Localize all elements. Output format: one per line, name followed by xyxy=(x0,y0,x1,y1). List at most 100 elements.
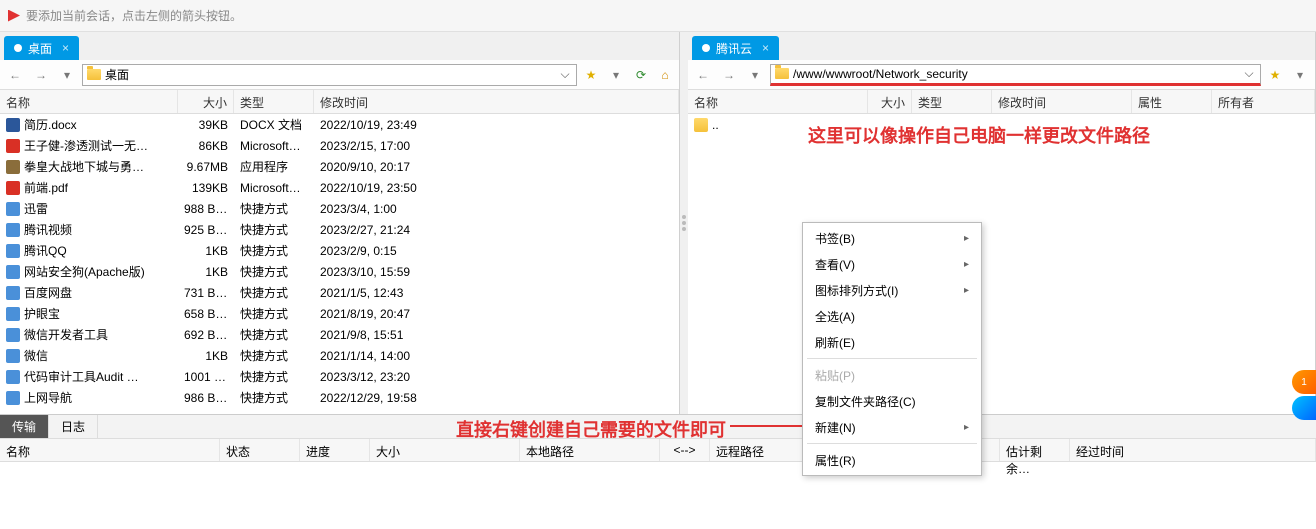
local-panel: 桌面 × ← → ▾ 桌面 ⌵ ★ ▾ ⟳ ⌂ 名称 大小 类型 修改时间 简历… xyxy=(0,32,680,414)
ctx-bookmark[interactable]: 书签(B)▸ xyxy=(803,225,981,251)
col-size[interactable]: 大小 xyxy=(178,90,234,113)
ctx-selectall[interactable]: 全选(A) xyxy=(803,303,981,329)
col-attr[interactable]: 属性 xyxy=(1132,90,1212,113)
col-date[interactable]: 修改时间 xyxy=(314,90,679,113)
file-size: 988 Bytes xyxy=(178,202,234,216)
context-menu: 书签(B)▸ 查看(V)▸ 图标排列方式(I)▸ 全选(A) 刷新(E) 粘贴(… xyxy=(802,222,982,476)
file-icon xyxy=(6,307,20,321)
file-icon xyxy=(6,286,20,300)
col-name[interactable]: 名称 xyxy=(0,90,178,113)
file-type: 快捷方式 xyxy=(234,284,314,301)
badge-2-icon[interactable] xyxy=(1292,396,1316,420)
file-icon xyxy=(6,181,20,195)
table-row[interactable]: 百度网盘731 Bytes快捷方式2021/1/5, 12:43 xyxy=(0,282,679,303)
transfer-header: 名称 状态 进度 大小 本地路径 <--> 远程路径 速度 估计剩余… 经过时间 xyxy=(0,438,1316,462)
col-size[interactable]: 大小 xyxy=(868,90,912,113)
file-type: DOCX 文档 xyxy=(234,116,314,133)
file-type: 快捷方式 xyxy=(234,347,314,364)
remote-path-text: /www/wwwroot/Network_security xyxy=(793,67,968,81)
file-icon xyxy=(6,118,20,132)
col-name[interactable]: 名称 xyxy=(688,90,868,113)
ctx-props[interactable]: 属性(R) xyxy=(803,447,981,473)
back-button[interactable]: ← xyxy=(692,64,714,86)
table-row[interactable]: .. xyxy=(688,114,1315,135)
file-type: 快捷方式 xyxy=(234,389,314,406)
col-type[interactable]: 类型 xyxy=(234,90,314,113)
th-arrow[interactable]: <--> xyxy=(660,439,710,461)
file-type: 应用程序 xyxy=(234,158,314,175)
tab-tencent[interactable]: 腾讯云 × xyxy=(692,36,779,60)
ctx-refresh[interactable]: 刷新(E) xyxy=(803,329,981,355)
table-row[interactable]: 上网导航986 Bytes快捷方式2022/12/29, 19:58 xyxy=(0,387,679,408)
close-icon[interactable]: × xyxy=(762,41,769,55)
bookmark-dropdown[interactable]: ▾ xyxy=(1289,64,1311,86)
refresh-button[interactable]: ⟳ xyxy=(631,65,651,85)
table-row[interactable]: 腾讯视频925 Bytes快捷方式2023/2/27, 21:24 xyxy=(0,219,679,240)
forward-button[interactable]: → xyxy=(30,64,52,86)
ctx-sort[interactable]: 图标排列方式(I)▸ xyxy=(803,277,981,303)
ctx-new[interactable]: 新建(N)▸ xyxy=(803,414,981,440)
file-date: 2023/2/9, 0:15 xyxy=(314,244,679,258)
table-row[interactable]: 前端.pdf139KBMicrosoft…2022/10/19, 23:50 xyxy=(0,177,679,198)
file-icon xyxy=(6,139,20,153)
remote-file-list[interactable]: .. xyxy=(688,114,1315,414)
file-date: 2022/10/19, 23:50 xyxy=(314,181,679,195)
file-date: 2022/10/19, 23:49 xyxy=(314,118,679,132)
flag-icon xyxy=(8,10,20,22)
local-path-box[interactable]: 桌面 ⌵ xyxy=(82,64,577,86)
local-path-text: 桌面 xyxy=(105,66,129,83)
close-icon[interactable]: × xyxy=(62,41,69,55)
table-row[interactable]: 微信1KB快捷方式2021/1/14, 14:00 xyxy=(0,345,679,366)
tab-log[interactable]: 日志 xyxy=(49,415,98,438)
col-type[interactable]: 类型 xyxy=(912,90,992,113)
col-owner[interactable]: 所有者 xyxy=(1212,90,1315,113)
bookmark-button[interactable]: ★ xyxy=(1265,65,1285,85)
table-row[interactable]: 微信开发者工具692 Bytes快捷方式2021/9/8, 15:51 xyxy=(0,324,679,345)
tab-desktop[interactable]: 桌面 × xyxy=(4,36,79,60)
th-progress[interactable]: 进度 xyxy=(300,439,370,461)
chevron-down-icon[interactable]: ⌵ xyxy=(558,67,572,82)
file-size: 39KB xyxy=(178,118,234,132)
ctx-view[interactable]: 查看(V)▸ xyxy=(803,251,981,277)
tab-transfer[interactable]: 传输 xyxy=(0,415,49,438)
table-row[interactable]: 简历.docx39KBDOCX 文档2022/10/19, 23:49 xyxy=(0,114,679,135)
table-row[interactable]: 网站安全狗(Apache版)1KB快捷方式2023/3/10, 15:59 xyxy=(0,261,679,282)
bookmark-dropdown[interactable]: ▾ xyxy=(605,64,627,86)
forward-button[interactable]: → xyxy=(718,64,740,86)
file-date: 2023/3/12, 23:20 xyxy=(314,370,679,384)
ctx-copypath[interactable]: 复制文件夹路径(C) xyxy=(803,388,981,414)
side-badge[interactable]: 1 xyxy=(1292,370,1316,418)
local-file-list[interactable]: 简历.docx39KBDOCX 文档2022/10/19, 23:49王子健-渗… xyxy=(0,114,679,414)
badge-1-icon[interactable]: 1 xyxy=(1292,370,1316,394)
table-row[interactable]: 护眼宝658 Bytes快捷方式2021/8/19, 20:47 xyxy=(0,303,679,324)
col-date[interactable]: 修改时间 xyxy=(992,90,1132,113)
remote-path-box[interactable]: /www/wwwroot/Network_security ⌵ xyxy=(770,64,1261,86)
file-name: 网站安全狗(Apache版) xyxy=(24,263,145,280)
file-name: 王子健-渗透测试一无… xyxy=(24,137,148,154)
th-est[interactable]: 估计剩余… xyxy=(1000,439,1070,461)
table-row[interactable]: 迅雷988 Bytes快捷方式2023/3/4, 1:00 xyxy=(0,198,679,219)
local-navbar: ← → ▾ 桌面 ⌵ ★ ▾ ⟳ ⌂ xyxy=(0,60,679,90)
back-button[interactable]: ← xyxy=(4,64,26,86)
file-name: 拳皇大战地下城与勇… xyxy=(24,158,144,175)
remote-navbar: ← → ▾ /www/wwwroot/Network_security ⌵ ★ … xyxy=(688,60,1315,90)
history-dropdown[interactable]: ▾ xyxy=(744,64,766,86)
splitter[interactable] xyxy=(680,32,688,414)
th-name[interactable]: 名称 xyxy=(0,439,220,461)
th-status[interactable]: 状态 xyxy=(220,439,300,461)
remote-header-row: 名称 大小 类型 修改时间 属性 所有者 xyxy=(688,90,1315,114)
table-row[interactable]: 代码审计工具Audit …1001 Byt…快捷方式2023/3/12, 23:… xyxy=(0,366,679,387)
th-local[interactable]: 本地路径 xyxy=(520,439,660,461)
file-type: 快捷方式 xyxy=(234,263,314,280)
home-button[interactable]: ⌂ xyxy=(655,65,675,85)
history-dropdown[interactable]: ▾ xyxy=(56,64,78,86)
table-row[interactable]: 拳皇大战地下城与勇…9.67MB应用程序2020/9/10, 20:17 xyxy=(0,156,679,177)
table-row[interactable]: 腾讯QQ1KB快捷方式2023/2/9, 0:15 xyxy=(0,240,679,261)
file-size: 1KB xyxy=(178,244,234,258)
chevron-down-icon[interactable]: ⌵ xyxy=(1242,66,1256,81)
bookmark-button[interactable]: ★ xyxy=(581,65,601,85)
th-size[interactable]: 大小 xyxy=(370,439,520,461)
file-name: 腾讯QQ xyxy=(24,242,67,259)
th-elapsed[interactable]: 经过时间 xyxy=(1070,439,1316,461)
table-row[interactable]: 王子健-渗透测试一无…86KBMicrosoft…2023/2/15, 17:0… xyxy=(0,135,679,156)
